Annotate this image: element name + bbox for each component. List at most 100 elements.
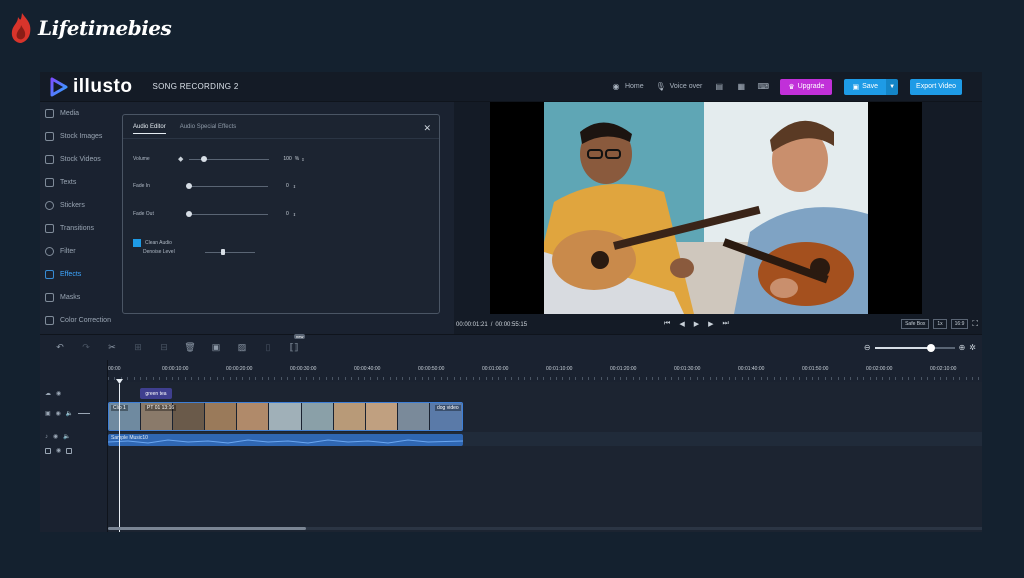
document-icon[interactable]: ▤: [714, 82, 724, 92]
timeline-minor-tick: [453, 377, 455, 380]
timeline-minor-tick: [165, 377, 167, 380]
trash-icon[interactable]: 🗑: [184, 342, 196, 354]
fade-out-stepper-icon[interactable]: ⇕: [293, 212, 296, 217]
timeline-tick-label: 00:00:50:00: [418, 366, 445, 372]
fade-out-slider[interactable]: [186, 211, 268, 217]
zoom-in-icon[interactable]: ⊕: [959, 343, 966, 352]
denoise-slider[interactable]: [205, 249, 255, 255]
timeline-minor-tick: [146, 377, 148, 380]
export-video-button[interactable]: Export Video: [910, 78, 962, 95]
extra-track-eye-icon[interactable]: ◉: [56, 447, 61, 454]
tab-audio-special-effects[interactable]: Audio Special Effects: [180, 124, 237, 130]
image-crop-icon[interactable]: ▣: [210, 342, 222, 354]
timeline-tick-label: 00:01:00:00: [482, 366, 509, 372]
split-icon[interactable]: ⊞: [132, 342, 144, 354]
sidebar-item-stock-videos[interactable]: Stock Videos: [40, 148, 114, 171]
volume-slider-knob[interactable]: [201, 156, 208, 162]
timeline-minor-tick: [216, 377, 218, 380]
timeline-scrollbar[interactable]: [108, 527, 982, 530]
video-thumb: [205, 403, 238, 430]
timeline-minor-tick: [792, 377, 794, 380]
globe-icon: ◉: [612, 82, 620, 91]
settings-gear-icon[interactable]: ✲: [969, 343, 976, 352]
speed-button[interactable]: 1x: [933, 319, 947, 329]
safe-box-button[interactable]: Safe Box: [901, 319, 930, 329]
fade-in-slider[interactable]: [186, 183, 268, 189]
text-track-eye-icon[interactable]: ◉: [56, 390, 61, 397]
fade-in-slider-knob[interactable]: [186, 183, 192, 189]
sidebar-item-masks[interactable]: Masks: [40, 286, 114, 309]
timeline-minor-tick: [914, 377, 916, 380]
skip-end-icon[interactable]: ⏭: [722, 320, 728, 328]
fade-out-value[interactable]: 0: [286, 211, 289, 217]
zoom-slider-knob[interactable]: [926, 343, 935, 352]
sidebar-item-label: Transitions: [60, 225, 94, 232]
timeline-minor-tick: [133, 377, 135, 380]
volume-slider[interactable]: [189, 156, 270, 162]
voiceover-link[interactable]: 🎙 Voice over: [656, 82, 703, 92]
timeline-scrollbar-thumb[interactable]: [108, 527, 306, 530]
volume-value[interactable]: 100: [283, 156, 291, 162]
video-clip-label: dog video: [435, 405, 461, 411]
video-track-volume-slider[interactable]: [78, 413, 91, 414]
audio-track-eye-icon[interactable]: ◉: [53, 433, 58, 440]
aspect-ratio-button[interactable]: 16:9: [950, 319, 969, 329]
timeline-minor-tick: [588, 377, 589, 380]
sidebar-item-stock-images[interactable]: Stock Images: [40, 125, 114, 148]
save-dropdown-button[interactable]: ▼: [886, 78, 899, 95]
timeline-minor-tick: [248, 377, 250, 380]
step-forward-icon[interactable]: ▶: [708, 320, 713, 328]
sidebar-item-effects[interactable]: Effects: [40, 263, 114, 286]
playhead[interactable]: [119, 384, 120, 532]
skip-start-icon[interactable]: ⏮: [664, 320, 670, 328]
scissors-icon[interactable]: ✂: [106, 342, 118, 354]
zoom-out-icon[interactable]: ⊖: [864, 343, 871, 352]
merge-icon[interactable]: ⊟: [158, 342, 170, 354]
stack-icon: [45, 155, 54, 164]
snap-icon[interactable]: ⟦⟧ new: [288, 333, 306, 354]
close-icon[interactable]: ✕: [423, 123, 431, 134]
play-icon[interactable]: ▶: [694, 320, 699, 328]
sidebar-item-transitions[interactable]: Transitions: [40, 217, 114, 240]
fade-in-value[interactable]: 0: [286, 183, 289, 189]
step-back-icon[interactable]: ◀: [679, 320, 684, 328]
fade-out-slider-knob[interactable]: [186, 211, 192, 217]
tab-audio-editor[interactable]: Audio Editor: [133, 124, 166, 134]
calendar-icon[interactable]: ▦: [736, 82, 746, 92]
video-track-volume-icon[interactable]: 🔈: [66, 410, 73, 417]
timeline-minor-tick: [812, 377, 813, 380]
timeline-minor-tick: [696, 377, 698, 380]
detach-icon[interactable]: ▯: [262, 342, 274, 354]
image-icon[interactable]: ▨: [236, 342, 248, 354]
volume-stepper-icon[interactable]: ⇕: [301, 157, 304, 162]
timeline-ruler[interactable]: 00:00 00:00:10:00 00:00:20:00 00:00:30:00 00…: [108, 360, 982, 382]
text-clip-label: green tea: [145, 390, 167, 397]
sidebar-item-texts[interactable]: Texts: [40, 171, 114, 194]
denoise-slider-knob[interactable]: [221, 249, 225, 255]
sidebar-item-color-correction[interactable]: Color Correction: [40, 309, 114, 332]
sidebar-item-media[interactable]: Media: [40, 102, 114, 125]
fade-in-stepper-icon[interactable]: ⇕: [293, 184, 296, 189]
timeline-minor-tick: [837, 377, 839, 380]
audio-track-volume-icon[interactable]: 🔈: [63, 433, 70, 440]
timeline-minor-tick: [952, 377, 954, 380]
undo-icon[interactable]: ↶: [54, 342, 66, 354]
text-clip[interactable]: green tea: [140, 388, 172, 399]
project-title[interactable]: SONG RECORDING 2: [152, 82, 238, 91]
save-button[interactable]: ▣ Save: [844, 78, 887, 95]
keyboard-icon[interactable]: ⌨: [758, 82, 770, 92]
upgrade-button[interactable]: ♛ Upgrade: [780, 78, 833, 95]
redo-icon[interactable]: ↷: [80, 342, 92, 354]
app-logo[interactable]: illusto: [48, 76, 132, 98]
fullscreen-icon[interactable]: ⛶: [972, 319, 978, 329]
sidebar-item-stickers[interactable]: Stickers: [40, 194, 114, 217]
lock-icon[interactable]: [66, 447, 73, 454]
clean-audio-checkbox[interactable]: [133, 239, 141, 247]
audio-clip[interactable]: Sample Music10: [108, 434, 463, 446]
home-link[interactable]: ◉ Home: [611, 82, 643, 92]
video-clip-strip[interactable]: Clip 1 PT 01 13:16 dog video: [108, 402, 463, 431]
video-preview[interactable]: [490, 102, 922, 314]
video-track-eye-icon[interactable]: ◉: [56, 410, 61, 417]
zoom-slider[interactable]: [874, 343, 955, 352]
sidebar-item-filter[interactable]: Filter: [40, 240, 114, 263]
